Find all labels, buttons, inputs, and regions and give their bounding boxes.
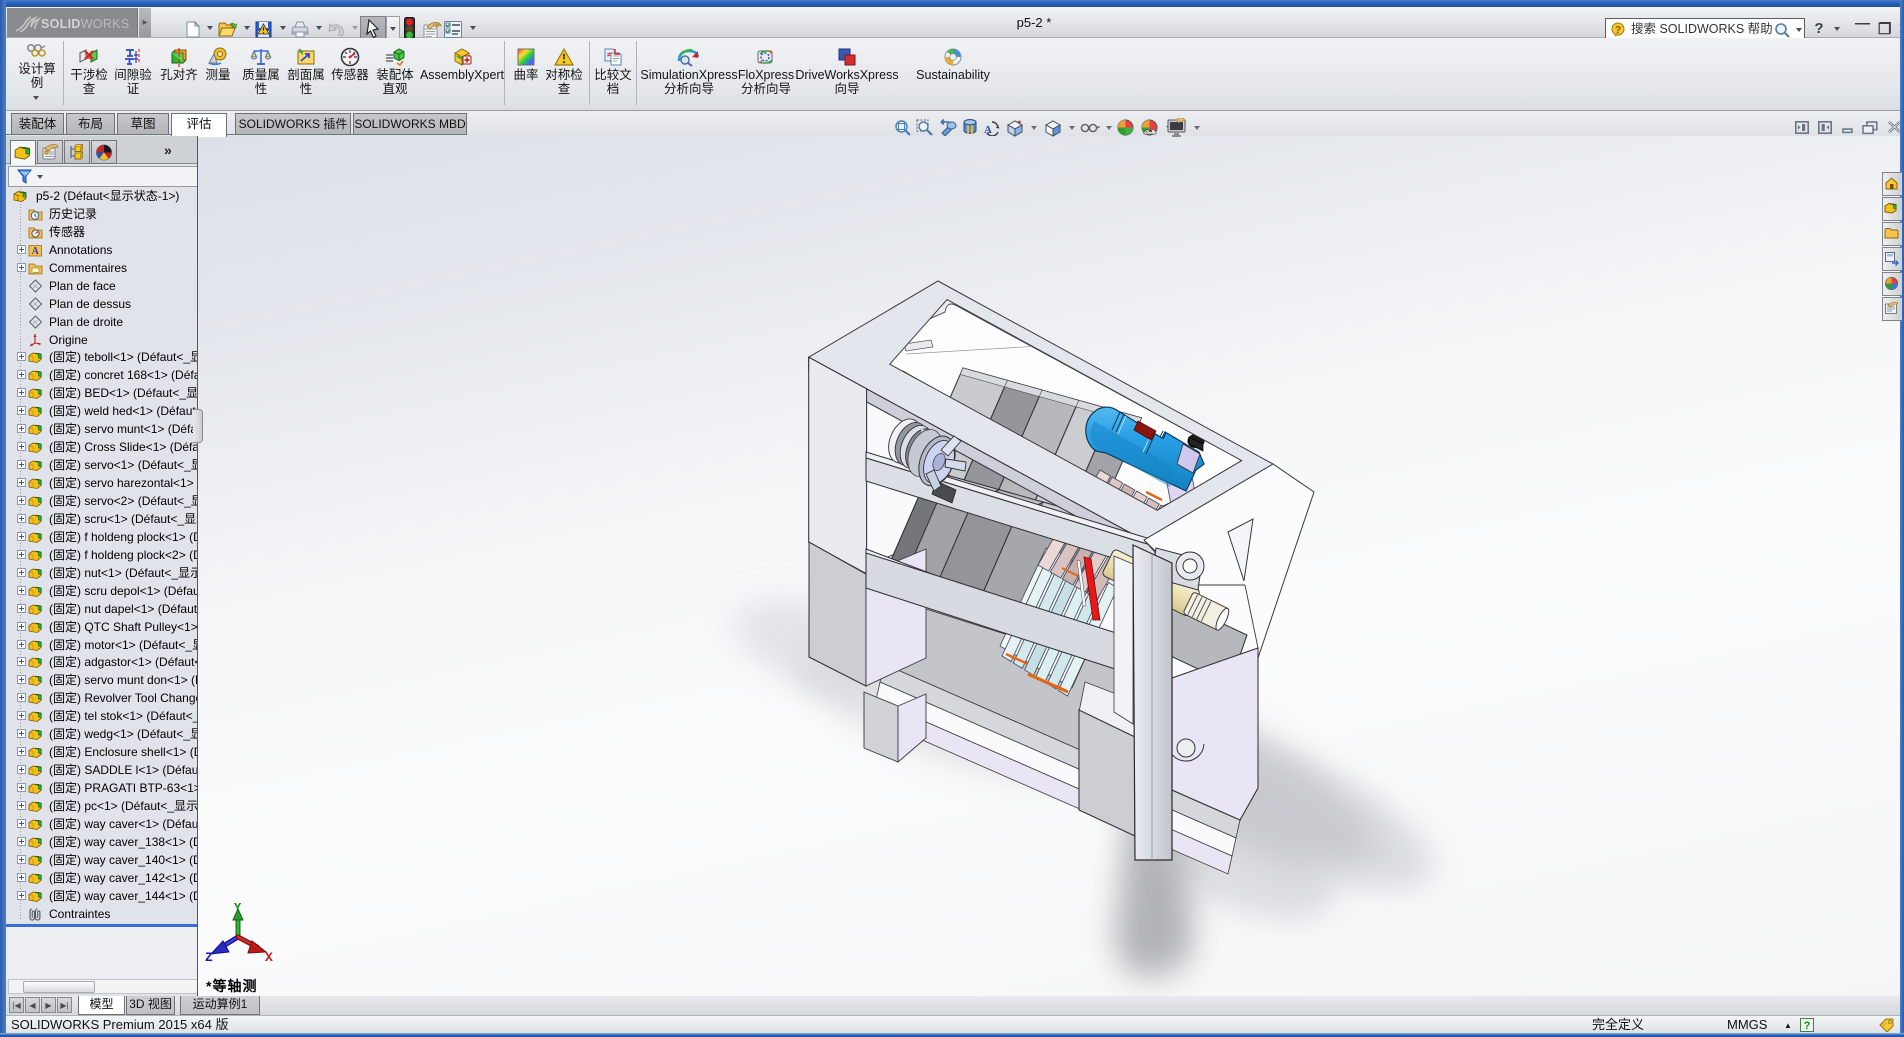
svg-text:A: A bbox=[32, 246, 40, 257]
svg-text:≠: ≠ bbox=[607, 52, 611, 59]
svg-text:Z: Z bbox=[205, 950, 213, 965]
svg-text:X: X bbox=[265, 950, 273, 965]
svg-text:Y: Y bbox=[234, 903, 242, 915]
svg-text:?: ? bbox=[1814, 20, 1823, 37]
svg-text:?: ? bbox=[1804, 1020, 1811, 1032]
